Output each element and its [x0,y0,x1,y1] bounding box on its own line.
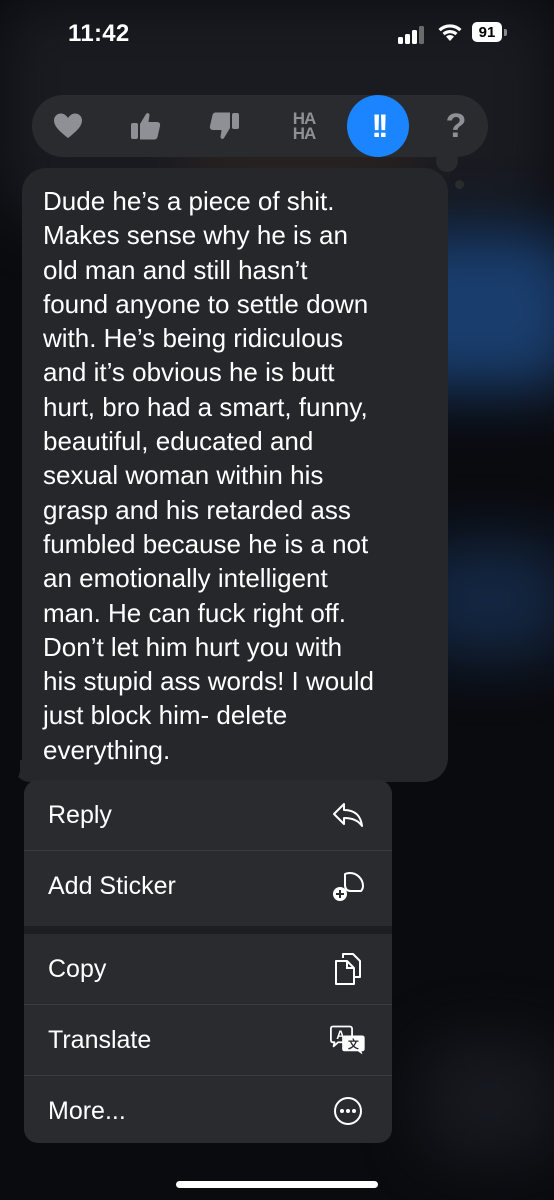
status-bar: 11:42 91 [0,0,554,66]
tapback-reaction-bar: HA HA !! ? [32,95,488,157]
menu-item-more[interactable]: More... [24,1076,392,1143]
wifi-icon [437,22,463,42]
status-time: 11:42 [68,20,130,47]
menu-item-add-sticker[interactable]: Add Sticker [24,851,392,921]
battery-icon: 91 [472,22,508,42]
haha-icon[interactable]: HA HA [276,98,332,154]
copy-icon [330,951,366,987]
battery-level: 91 [472,22,502,42]
more-ellipsis-icon [330,1093,366,1129]
menu-item-label: Translate [48,1025,152,1054]
menu-item-label: Add Sticker [48,871,176,900]
menu-item-label: Reply [48,800,112,829]
heart-icon[interactable] [40,98,96,154]
context-menu: Reply Add Sticker Copy Translate A 文 Mor… [24,780,392,1143]
reply-arrow-icon [330,797,366,833]
add-sticker-icon [330,868,366,904]
reaction-bar-tail [436,150,458,172]
svg-text:文: 文 [347,1038,359,1051]
question-mark-icon[interactable]: ? [428,98,484,154]
reaction-bar-tail-dot [455,180,464,189]
menu-item-label: More... [48,1096,126,1125]
menu-item-translate[interactable]: Translate A 文 [24,1005,392,1075]
menu-item-label: Copy [48,954,107,983]
thumbs-up-icon[interactable] [118,98,174,154]
menu-item-reply[interactable]: Reply [24,780,392,850]
message-text: Dude he’s a piece of shit. Makes sense w… [43,186,374,765]
double-exclamation-icon[interactable]: !! [347,95,409,157]
cellular-signal-icon [398,26,426,44]
translate-icon: A 文 [330,1022,366,1058]
home-indicator[interactable] [176,1181,378,1188]
thumbs-down-icon[interactable] [196,98,252,154]
menu-item-copy[interactable]: Copy [24,934,392,1004]
